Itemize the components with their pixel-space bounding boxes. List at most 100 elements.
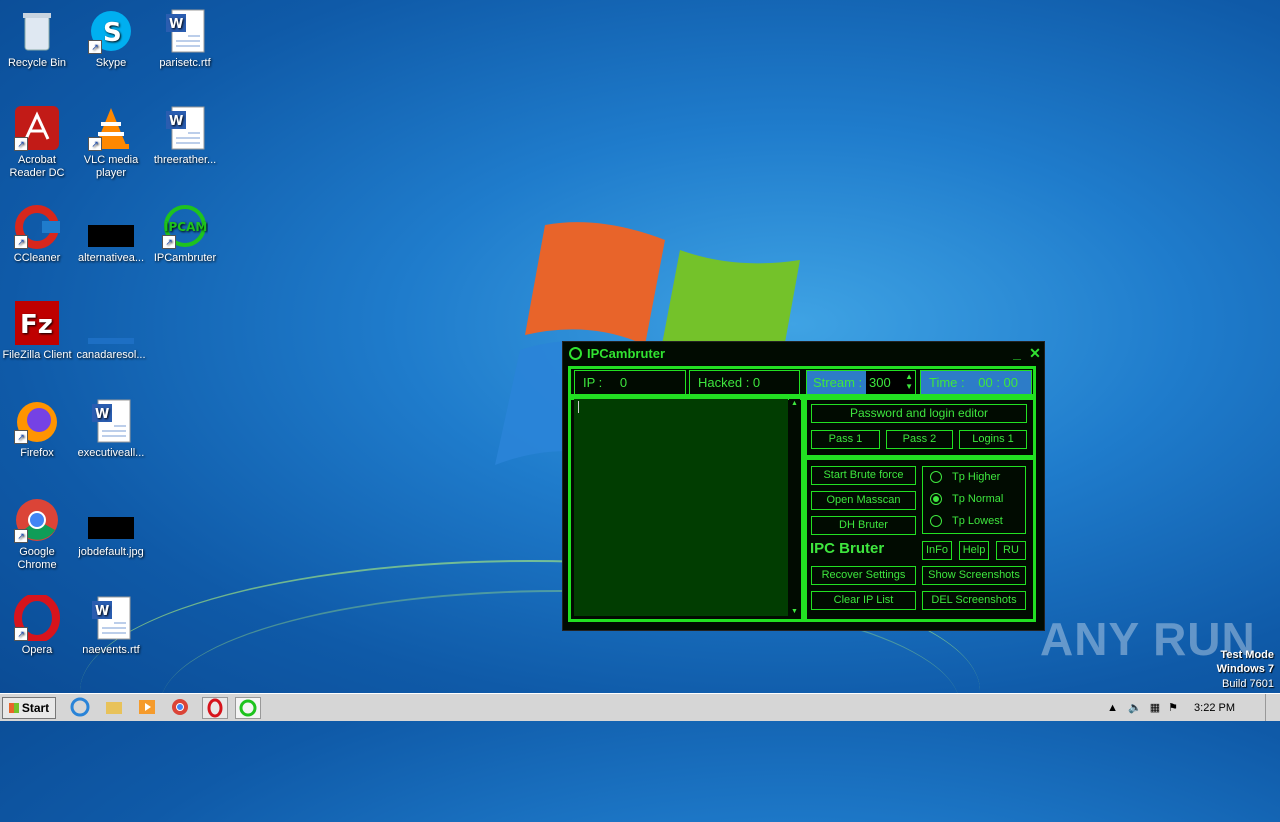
del-screenshots-button[interactable]: DEL Screenshots xyxy=(922,591,1026,610)
taskbar-media-player-icon[interactable] xyxy=(135,697,159,717)
radio-tp-higher[interactable]: Tp Higher xyxy=(930,471,1000,483)
log-scrollbar[interactable]: ▲ ▼ xyxy=(789,399,800,616)
opera-icon: ↗ xyxy=(14,593,60,643)
windows-version-label: Windows 7 xyxy=(1216,663,1274,675)
scroll-down-icon[interactable]: ▼ xyxy=(791,608,798,615)
ru-button[interactable]: RU xyxy=(996,541,1026,560)
ip-label: IP : xyxy=(583,375,603,390)
svg-text:W: W xyxy=(169,17,183,32)
word-document-icon: W xyxy=(88,595,134,641)
logins1-button[interactable]: Logins 1 xyxy=(959,430,1027,449)
help-button[interactable]: Help xyxy=(959,541,989,560)
taskbar-ie-icon[interactable] xyxy=(68,697,92,717)
start-button[interactable]: Start xyxy=(2,697,56,719)
dh-bruter-button[interactable]: DH Bruter xyxy=(811,516,916,535)
desktop-icon-naevents[interactable]: W naevents.rtf xyxy=(74,595,148,657)
start-brute-force-button[interactable]: Start Brute force xyxy=(811,466,916,485)
shortcut-arrow-icon: ↗ xyxy=(162,235,176,249)
radio-label: Tp Higher xyxy=(952,471,1001,483)
desktop-icon-firefox[interactable]: ↗ Firefox xyxy=(0,398,74,460)
image-file-icon xyxy=(88,497,134,543)
log-textarea[interactable] xyxy=(574,399,788,616)
skype-icon: S ↗ xyxy=(88,8,134,54)
pass1-button[interactable]: Pass 1 xyxy=(811,430,880,449)
pass2-button[interactable]: Pass 2 xyxy=(886,430,953,449)
ip-value: 0 xyxy=(619,375,628,390)
show-screenshots-button[interactable]: Show Screenshots xyxy=(922,566,1026,585)
window-title: IPCambruter xyxy=(587,345,666,361)
shortcut-arrow-icon: ↗ xyxy=(14,430,28,444)
desktop-icon-opera[interactable]: ↗ Opera xyxy=(0,593,74,657)
shortcut-arrow-icon: ↗ xyxy=(14,137,28,151)
desktop-icon-threerather[interactable]: W threerather... xyxy=(148,105,222,167)
desktop-icon-acrobat[interactable]: ↗ Acrobat Reader DC xyxy=(0,105,74,180)
network-icon[interactable]: ▦ xyxy=(1150,701,1160,714)
stream-spinner[interactable]: 300 ▲ ▼ xyxy=(866,371,915,395)
filezilla-icon: Fz xyxy=(14,300,60,346)
desktop-icon-label: naevents.rtf xyxy=(82,644,140,656)
desktop-icon-ccleaner[interactable]: ↗ CCleaner xyxy=(0,203,74,265)
image-file-icon xyxy=(88,203,134,249)
radio-checked-icon xyxy=(930,493,942,505)
desktop-icon-filezilla[interactable]: Fz FileZilla Client xyxy=(0,300,74,362)
word-document-icon: W xyxy=(162,105,208,151)
desktop-icon-label: executiveall... xyxy=(77,447,145,459)
build-label: Build 7601 xyxy=(1222,678,1274,690)
test-mode-label: Test Mode xyxy=(1220,649,1274,661)
windows-flag-icon xyxy=(8,703,19,713)
radio-circle-icon xyxy=(930,471,942,483)
acrobat-icon: ↗ xyxy=(14,105,60,151)
desktop-icon-jobdefault[interactable]: jobdefault.jpg xyxy=(74,497,148,559)
desktop-icon-label: Opera xyxy=(21,644,53,656)
desktop-icon-alternativea[interactable]: alternativea... xyxy=(74,203,148,265)
desktop-icon-label: IPCambruter xyxy=(153,252,217,264)
radio-label: Tp Normal xyxy=(952,493,1004,505)
open-masscan-button[interactable]: Open Masscan xyxy=(811,491,916,510)
taskbar-opera-icon[interactable] xyxy=(202,697,228,719)
desktop-icon-recycle-bin[interactable]: Recycle Bin xyxy=(0,8,74,70)
desktop-icon-vlc[interactable]: ↗ VLC media player xyxy=(74,105,148,180)
desktop-icon-label: VLC media player xyxy=(83,154,139,179)
volume-icon[interactable]: 🔈 xyxy=(1128,701,1142,714)
recycle-bin-icon xyxy=(14,8,60,54)
window-titlebar[interactable]: IPCambruter _ ✕ xyxy=(563,342,1044,364)
start-label: Start xyxy=(21,701,50,715)
password-editor-button[interactable]: Password and login editor xyxy=(811,404,1027,423)
svg-text:S: S xyxy=(103,18,122,48)
desktop-icon-label: Google Chrome xyxy=(17,546,57,571)
desktop-icon-ipcambruter[interactable]: IPCAM ↗ IPCambruter xyxy=(148,203,222,265)
desktop-icon-skype[interactable]: S ↗ Skype xyxy=(74,8,148,70)
ccleaner-icon: ↗ xyxy=(14,203,60,249)
desktop-icon-label: Acrobat Reader DC xyxy=(9,154,65,179)
shortcut-arrow-icon: ↗ xyxy=(14,529,28,543)
spinner-arrows-icon[interactable]: ▲ ▼ xyxy=(905,372,913,392)
word-document-icon: W xyxy=(88,398,134,444)
taskbar-explorer-icon[interactable] xyxy=(102,697,126,717)
desktop-icon-parisetc[interactable]: W parisetc.rtf xyxy=(148,8,222,70)
action-center-icon[interactable]: ⚑ xyxy=(1168,701,1178,714)
shortcut-arrow-icon: ↗ xyxy=(14,627,28,641)
stream-label: Stream : xyxy=(813,375,863,390)
recover-settings-button[interactable]: Recover Settings xyxy=(811,566,916,585)
close-button[interactable]: ✕ xyxy=(1026,345,1044,362)
radio-tp-lowest[interactable]: Tp Lowest xyxy=(930,515,1003,527)
taskbar: Start ▲ 🔈 ▦ ⚑ 3:22 PM xyxy=(0,693,1280,721)
time-label: Time : xyxy=(929,375,965,390)
scroll-up-icon[interactable]: ▲ xyxy=(791,400,798,407)
desktop-icon-chrome[interactable]: ↗ Google Chrome xyxy=(0,497,74,572)
desktop-icon-executiveall[interactable]: W executiveall... xyxy=(74,398,148,460)
radio-tp-normal[interactable]: Tp Normal xyxy=(930,493,1003,505)
clock[interactable]: 3:22 PM xyxy=(1194,702,1235,714)
shortcut-arrow-icon: ↗ xyxy=(88,40,102,54)
desktop-icon-canadaresol[interactable]: canadaresol... xyxy=(74,300,148,362)
firefox-icon: ↗ xyxy=(14,398,60,444)
show-desktop-button[interactable] xyxy=(1265,694,1280,721)
taskbar-chrome-icon[interactable] xyxy=(168,697,192,717)
shortcut-arrow-icon: ↗ xyxy=(88,137,102,151)
show-hidden-icons-icon[interactable]: ▲ xyxy=(1107,702,1118,714)
clear-ip-list-button[interactable]: Clear IP List xyxy=(811,591,916,610)
taskbar-ipcambruter-icon[interactable] xyxy=(235,697,261,719)
info-button[interactable]: InFo xyxy=(922,541,952,560)
desktop-icon-label: CCleaner xyxy=(13,252,61,264)
minimize-button[interactable]: _ xyxy=(1008,345,1026,361)
